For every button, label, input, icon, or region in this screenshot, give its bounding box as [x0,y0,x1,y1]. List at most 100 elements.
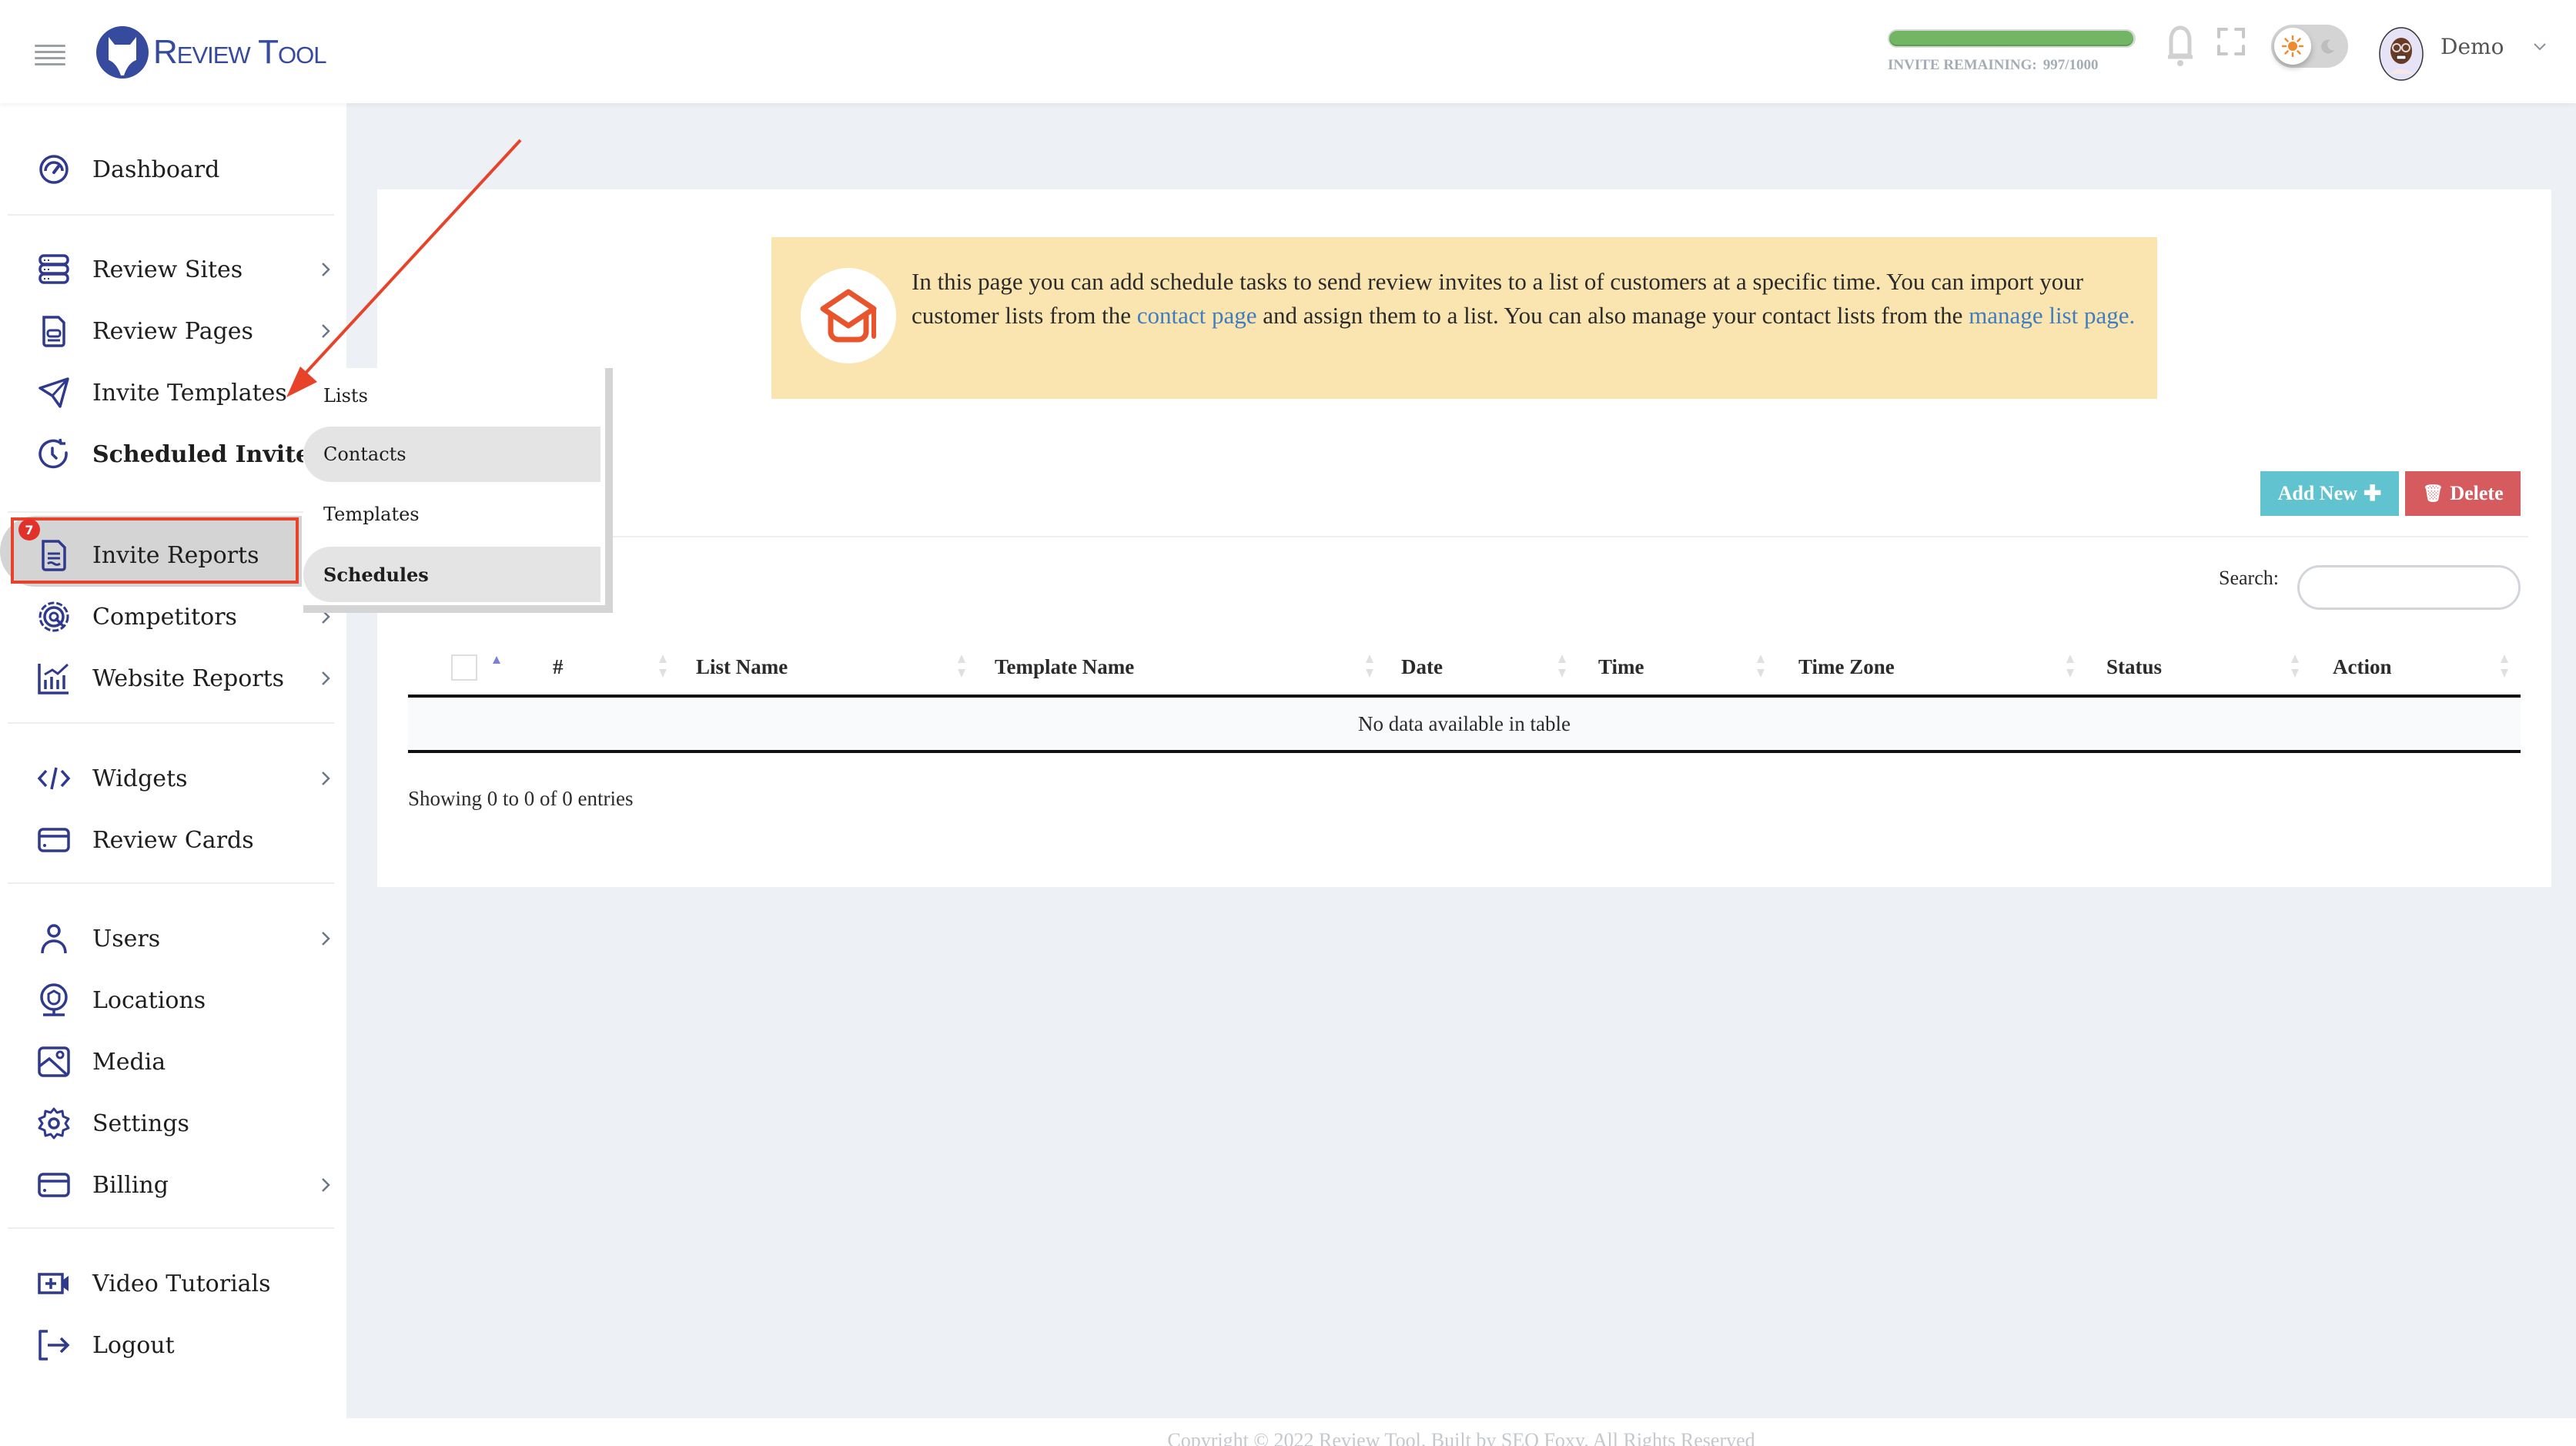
column-label: List Name [696,654,788,678]
search-label: Search: [2219,567,2279,589]
delete-button[interactable]: 🗑 Delete [2405,471,2521,516]
sidebar-item-dashboard[interactable]: Dashboard [11,142,334,197]
moon-icon [2321,39,2334,54]
sidebar-item-media[interactable]: Media [11,1034,334,1090]
invite-remaining-meter: INVITE REMAINING: 997/1000 [1888,29,2136,74]
column-header-time[interactable]: Time [1598,636,1644,698]
sidebar-item-billing[interactable]: Billing [11,1157,334,1213]
chevron-right-icon [322,932,330,946]
column-header-template-name[interactable]: Template Name [995,636,1134,698]
sidebar-item-video-tutorials[interactable]: Video Tutorials [11,1256,334,1311]
chevron-right-icon [322,671,330,685]
sidebar-item-label: Review Cards [92,826,254,854]
logout-icon [37,1328,71,1362]
user-avatar[interactable] [2376,23,2427,82]
sidebar-item-label: Competitors [92,603,237,631]
page-footer: Copyright © 2022 Review Tool. Built by S… [346,1418,2576,1446]
submenu-item-contacts[interactable]: Contacts [303,427,601,482]
sidebar-item-label: Review Pages [92,317,253,345]
theme-knob [2274,28,2311,65]
contact-page-link[interactable]: contact page [1137,302,1257,329]
sidebar-item-logout[interactable]: Logout [11,1317,334,1373]
sidebar-item-label: Users [92,925,161,952]
sun-icon [2282,35,2303,57]
sidebar-item-label: Invite Templates [92,379,287,407]
banner-text-part: and assign them to a list. You can also … [1256,302,1969,329]
user-name[interactable]: Demo [2441,34,2504,59]
sort-icon [2501,654,2508,678]
sidebar-item-widgets[interactable]: Widgets [11,751,334,806]
sort-icon [659,654,667,678]
trash-icon: 🗑 [2422,484,2444,503]
notification-bell-icon[interactable] [2162,25,2199,68]
sidebar-divider [8,511,303,513]
plus-icon: ✚ [2363,482,2382,506]
sidebar-item-review-cards[interactable]: Review Cards [11,812,334,868]
sidebar-item-label: Review Sites [92,256,243,283]
submenu-label: Contacts [323,444,406,465]
sidebar-item-website-reports[interactable]: Website Reports [11,651,334,706]
sidebar-item-settings[interactable]: Settings [11,1096,334,1151]
sidebar-item-review-pages[interactable]: Review Pages [11,303,334,359]
add-new-button[interactable]: Add New ✚ [2260,471,2399,516]
sidebar-item-label: Widgets [92,765,188,792]
document-icon [37,314,71,348]
hamburger-menu-icon[interactable] [35,45,65,66]
logo-text: Review Tool [153,33,326,71]
sidebar-item-scheduled-invites[interactable]: Scheduled Invites [11,427,334,482]
sidebar-item-label: Scheduled Invites [92,440,324,468]
info-banner-text: In this page you can add schedule tasks … [912,265,2136,333]
column-label: Template Name [995,654,1135,678]
sidebar-item-competitors[interactable]: Competitors [11,589,334,644]
add-new-label: Add New [2277,482,2357,504]
sort-icon [1558,654,1566,678]
paper-plane-icon [37,376,71,410]
column-header-list-name[interactable]: List Name [696,636,788,698]
column-header-time-zone[interactable]: Time Zone [1798,636,1895,698]
location-pin-icon [37,983,71,1017]
column-label: Action [2333,654,2392,678]
sidebar-item-invite-reports[interactable]: Invite Reports [11,527,334,583]
invite-progress-fill [1889,31,2134,46]
chevron-right-icon [322,1178,330,1192]
search-input[interactable] [2297,565,2521,610]
target-radar-icon [37,600,71,634]
submenu-item-lists[interactable]: Lists [303,368,601,423]
column-header-number[interactable]: # [553,636,564,698]
sidebar-item-label: Billing [92,1171,169,1199]
manage-list-page-link[interactable]: manage list page. [1969,302,2135,329]
theme-toggle[interactable] [2271,25,2348,68]
video-plus-icon [37,1267,71,1300]
select-all-checkbox[interactable] [451,654,477,681]
sidebar-item-label: Video Tutorials [92,1270,271,1297]
bar-chart-icon [37,661,71,695]
sidebar-item-invite-templates[interactable]: Invite Templates [11,365,334,420]
clock-refresh-icon [37,437,71,471]
column-header-action[interactable]: Action [2333,636,2392,698]
submenu-item-templates[interactable]: Templates [303,487,601,542]
sort-icon [1366,654,1373,678]
top-header: Review Tool INVITE REMAINING: 997/1000 D… [0,0,2576,103]
notification-badge: 7 [18,519,40,541]
sidebar-divider [8,214,334,216]
sort-icon [1757,654,1765,678]
submenu-label: Schedules [323,563,429,586]
scheduled-invites-submenu: Lists Contacts Templates Schedules [303,368,613,613]
card-icon [37,823,71,857]
sidebar-item-label: Settings [92,1110,189,1137]
sidebar-item-label: Media [92,1048,166,1076]
chevron-right-icon [322,324,330,338]
sidebar-item-review-sites[interactable]: Review Sites [11,242,334,297]
image-icon [37,1045,71,1079]
column-header-date[interactable]: Date [1401,636,1443,698]
sidebar: Dashboard Review Sites Review Pages Invi… [0,103,346,1446]
sidebar-item-locations[interactable]: Locations [11,972,334,1028]
chevron-down-icon[interactable] [2533,42,2547,52]
chevron-right-icon [322,263,330,276]
sidebar-item-users[interactable]: Users [11,911,334,966]
app-logo[interactable]: Review Tool [96,26,326,79]
fullscreen-icon[interactable] [2217,28,2245,55]
submenu-item-schedules[interactable]: Schedules [303,547,601,602]
invite-remaining-value: 997/1000 [2042,57,2099,73]
column-header-status[interactable]: Status [2106,636,2162,698]
